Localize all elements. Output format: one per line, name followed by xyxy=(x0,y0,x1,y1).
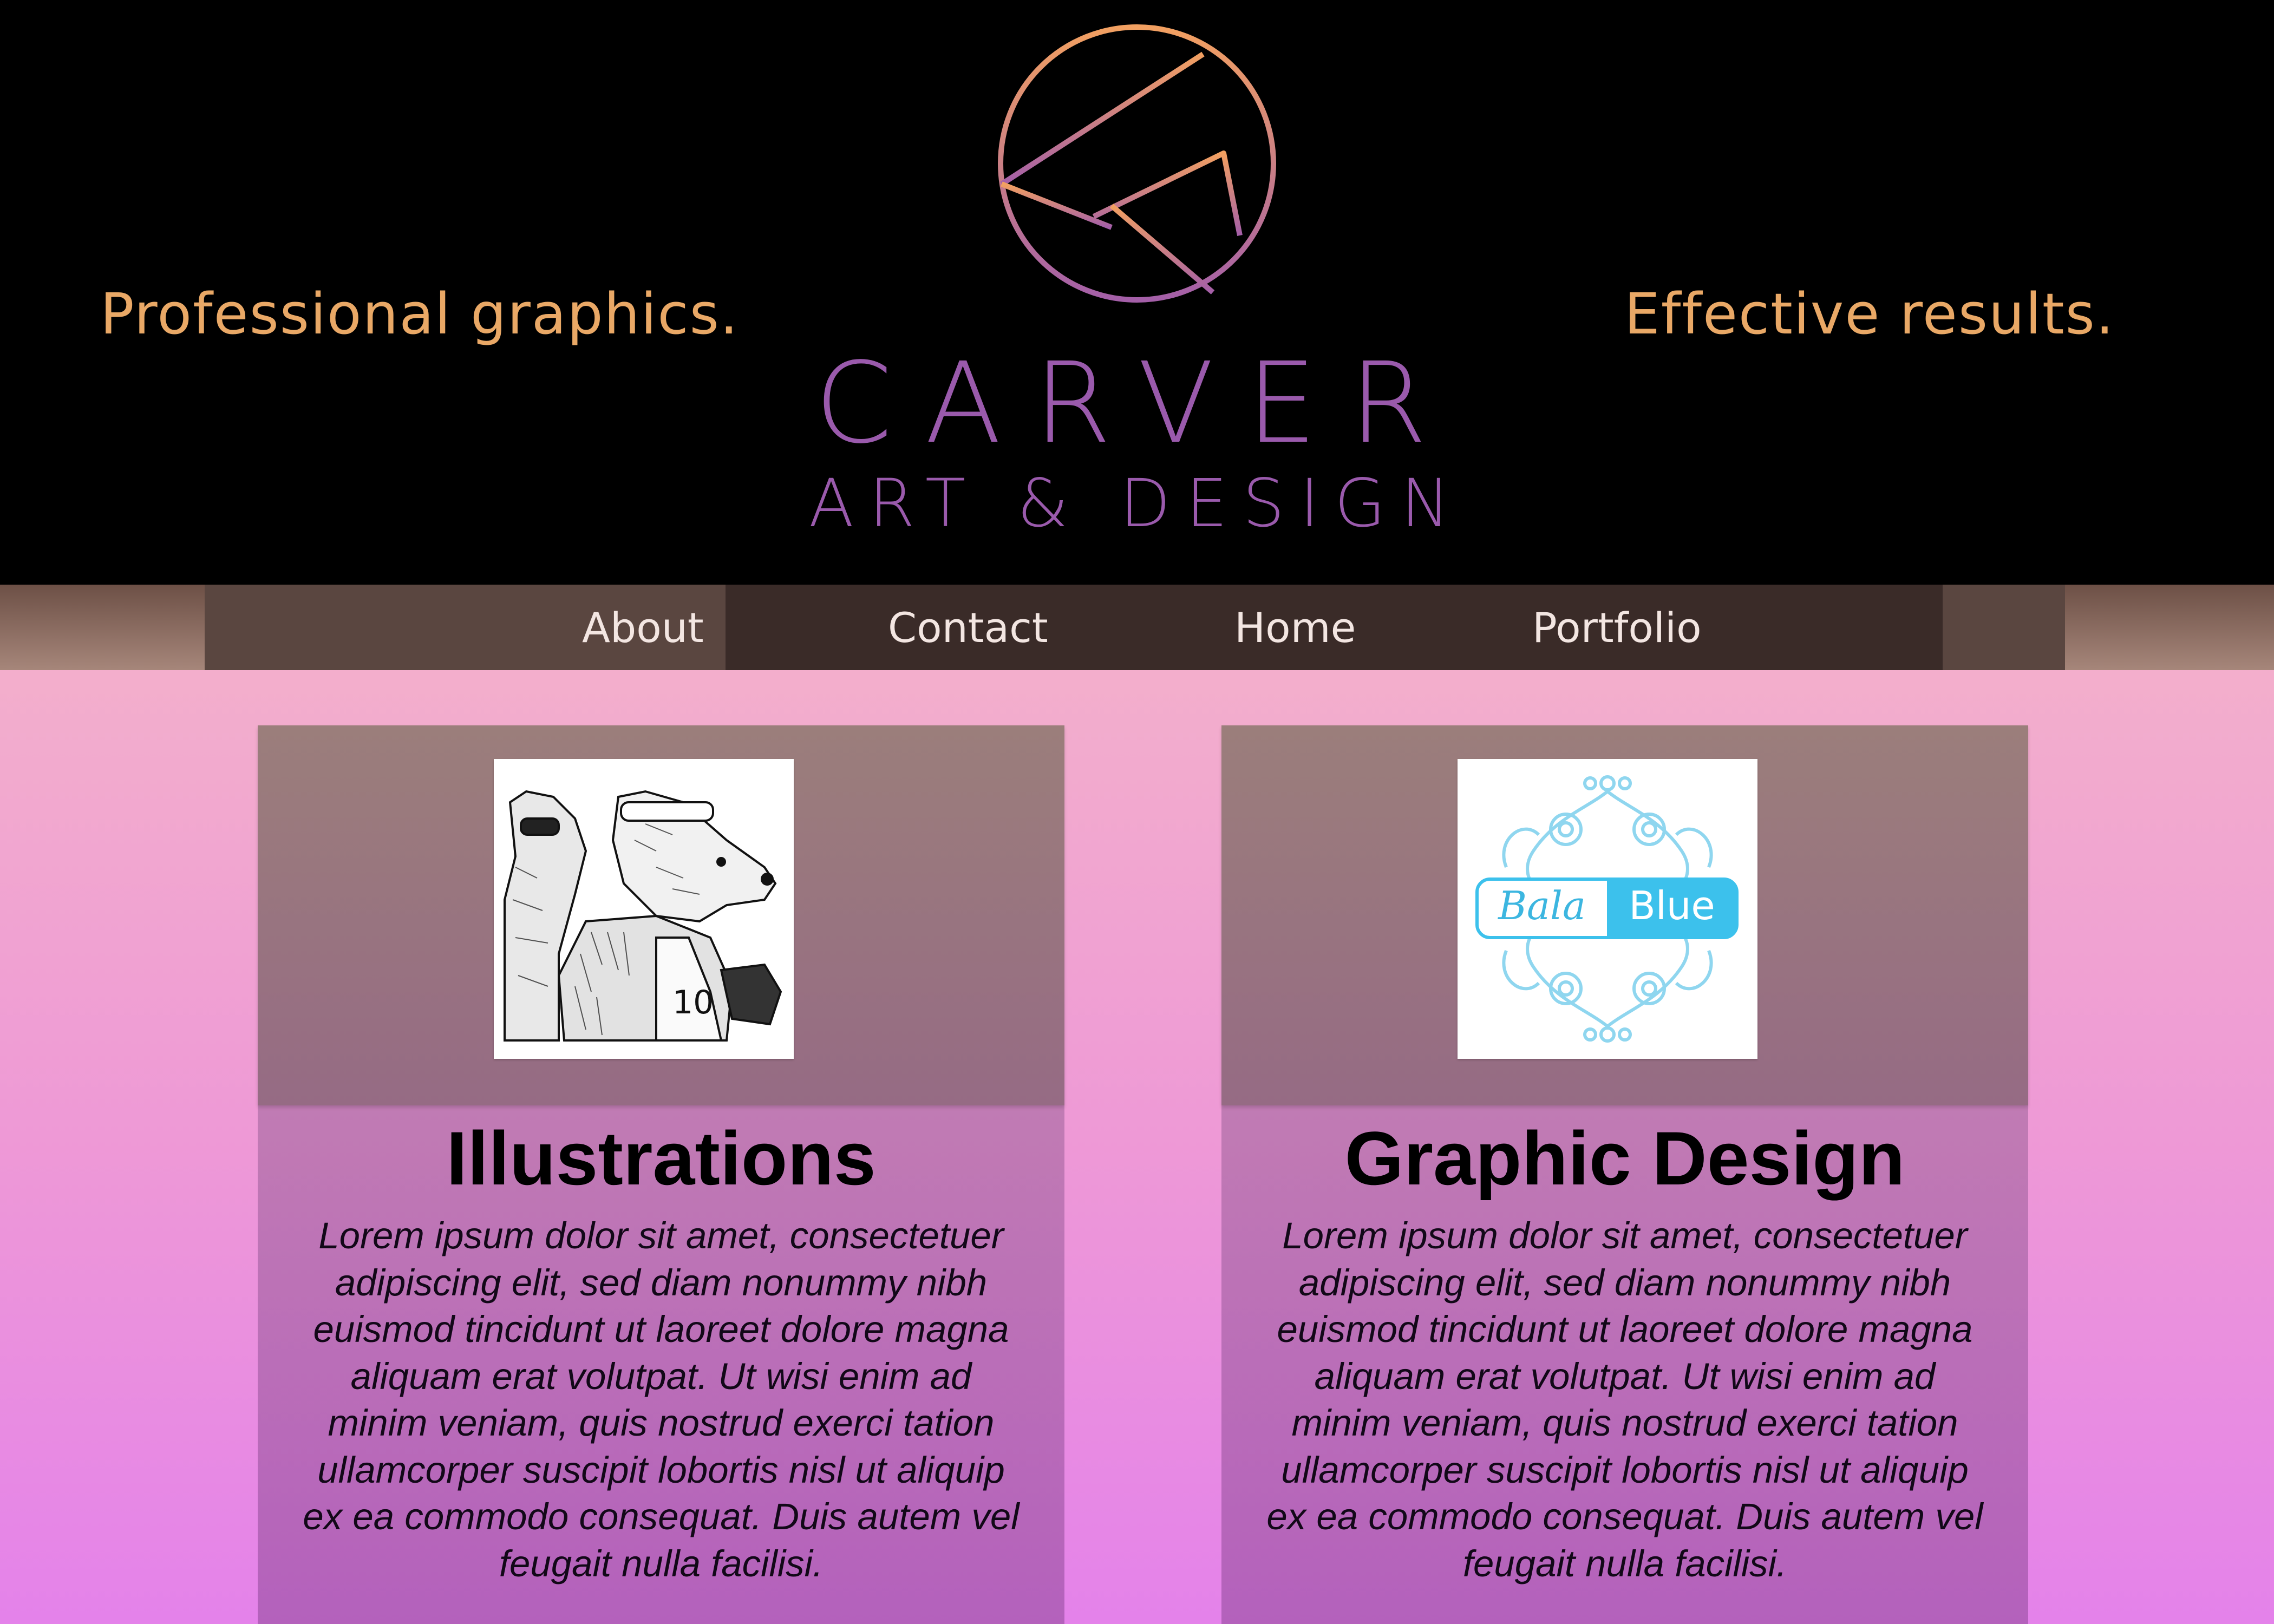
bear-illustration-image: 10 xyxy=(494,759,794,1059)
nav-item-about[interactable]: About xyxy=(582,601,704,655)
brand-subtitle: ART & DESIGN xyxy=(808,465,1466,542)
tagline-left: Professional graphics. xyxy=(100,281,739,347)
svg-text:10: 10 xyxy=(672,984,714,1021)
bala-blue-logo-image: Bala Blue xyxy=(1458,759,1757,1059)
nav-item-portfolio[interactable]: Portfolio xyxy=(1532,601,1702,655)
nav-item-home[interactable]: Home xyxy=(1234,601,1356,655)
tagline-right: Effective results. xyxy=(1624,281,2115,347)
logo-text-box: Blue xyxy=(1629,883,1715,928)
card-description: Lorem ipsum dolor sit amet, consectetuer… xyxy=(1266,1215,1983,1584)
card-image-area: Bala Blue xyxy=(1221,725,2028,1105)
nav-outer-panel xyxy=(205,585,2065,670)
card-title: Graphic Design xyxy=(1344,1116,1905,1201)
card-title: Illustrations xyxy=(446,1116,876,1201)
logo-text-script: Bala xyxy=(1497,883,1586,928)
nav-item-contact[interactable]: Contact xyxy=(888,601,1048,655)
logo-icon[interactable] xyxy=(996,22,1278,309)
card-description: Lorem ipsum dolor sit amet, consectetuer… xyxy=(303,1215,1020,1584)
nav-bar: About Contact Home Portfolio xyxy=(0,585,2274,670)
card-image-area: 10 xyxy=(258,725,1064,1105)
brand-name: CARVER xyxy=(814,338,1460,468)
card-illustrations: 10 Illustrations Lorem ipsum dolor sit a… xyxy=(258,725,1064,1624)
bala-blue-logo-thumbnail[interactable]: Bala Blue xyxy=(1458,759,1757,1059)
bear-illustration-thumbnail[interactable]: 10 xyxy=(494,759,794,1059)
site-header: Professional graphics. Effective results… xyxy=(0,0,2274,585)
card-graphic-design: Bala Blue Graphic Design Lorem ipsum dol… xyxy=(1221,725,2028,1624)
